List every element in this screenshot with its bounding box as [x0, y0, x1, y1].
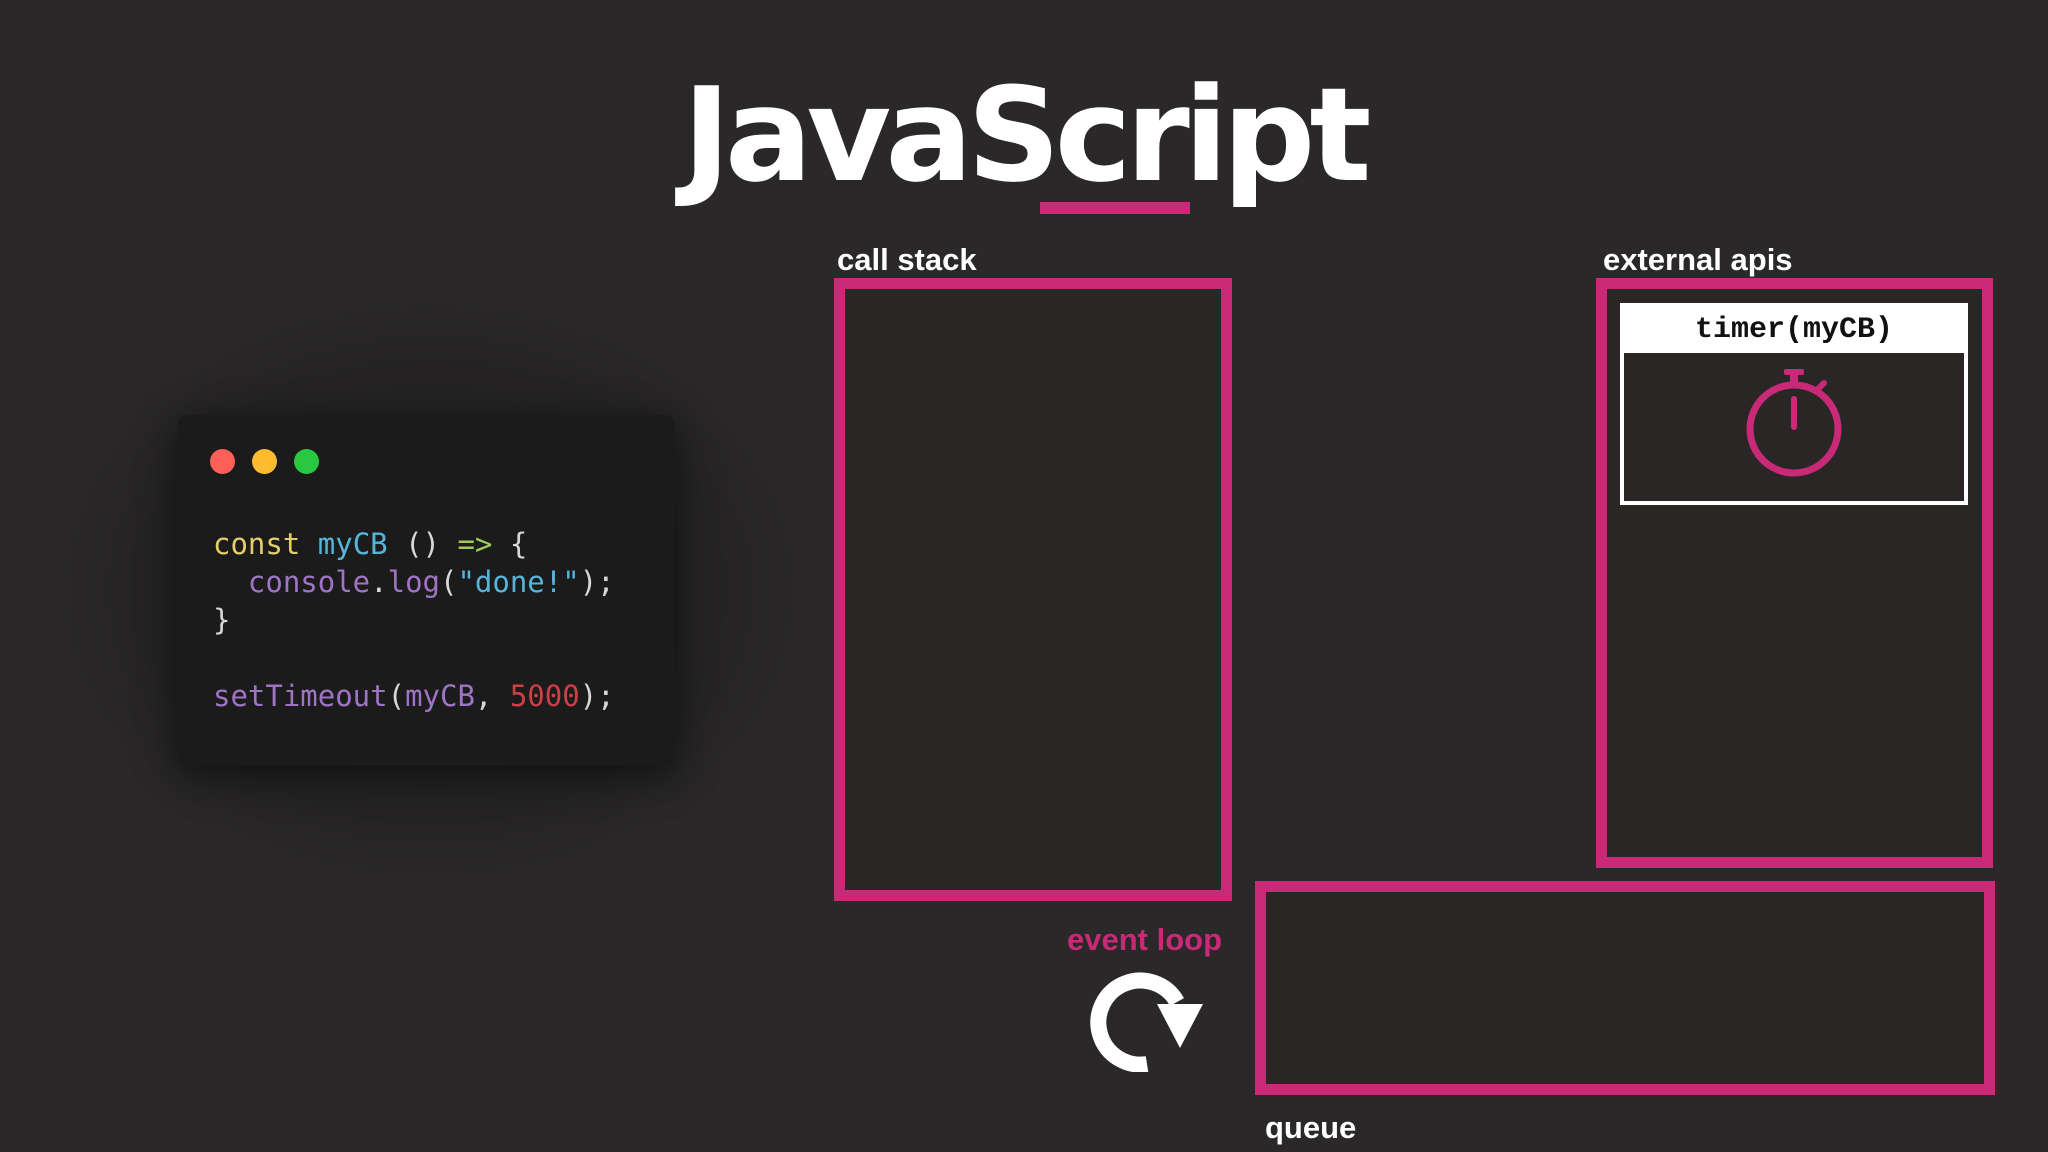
queue-box	[1255, 881, 1995, 1095]
minimize-dot	[252, 449, 277, 474]
close-dot	[210, 449, 235, 474]
code-token: "done!"	[457, 565, 580, 599]
code-token: );	[579, 679, 615, 713]
code-token: (	[440, 565, 458, 599]
code-token: console	[213, 565, 371, 599]
call-stack-label: call stack	[837, 242, 977, 277]
code-token: {	[492, 527, 528, 561]
code-token: .	[370, 565, 388, 599]
queue-label: queue	[1265, 1110, 1357, 1145]
code-line: }	[213, 601, 615, 639]
code-token: setTimeout	[213, 679, 388, 713]
event-loop-label: event loop	[1067, 922, 1223, 957]
code-token: ()	[387, 527, 458, 561]
call-stack-box	[834, 278, 1232, 901]
title-underline	[1040, 202, 1190, 214]
code-token: =>	[457, 527, 493, 561]
maximize-dot	[294, 449, 319, 474]
timer-card: timer(myCB)	[1620, 303, 1968, 505]
code-token: log	[387, 565, 440, 599]
code-token: const	[213, 527, 301, 561]
code-window: const myCB () => { console.log("done!");…	[178, 415, 674, 765]
code-token: 5000	[509, 679, 580, 713]
code-block: const myCB () => { console.log("done!");…	[213, 525, 615, 715]
code-line: const myCB () => {	[213, 525, 615, 563]
refresh-arrow-icon	[1090, 972, 1203, 1072]
code-line: setTimeout(myCB, 5000);	[213, 677, 615, 715]
code-token: myCB	[317, 527, 388, 561]
code-line: console.log("done!");	[213, 563, 615, 601]
code-token: myCB	[405, 679, 475, 713]
slide: JavaScript const myCB () => { console.lo…	[0, 0, 2048, 1152]
code-token: (	[387, 679, 406, 713]
stopwatch-icon	[1746, 369, 1842, 477]
external-apis-label: external apis	[1603, 242, 1793, 277]
code-token: );	[579, 565, 615, 599]
slide-title: JavaScript	[682, 59, 1371, 211]
timer-label: timer(myCB)	[1624, 307, 1964, 353]
code-token: }	[213, 603, 231, 637]
code-token: ,	[474, 679, 510, 713]
